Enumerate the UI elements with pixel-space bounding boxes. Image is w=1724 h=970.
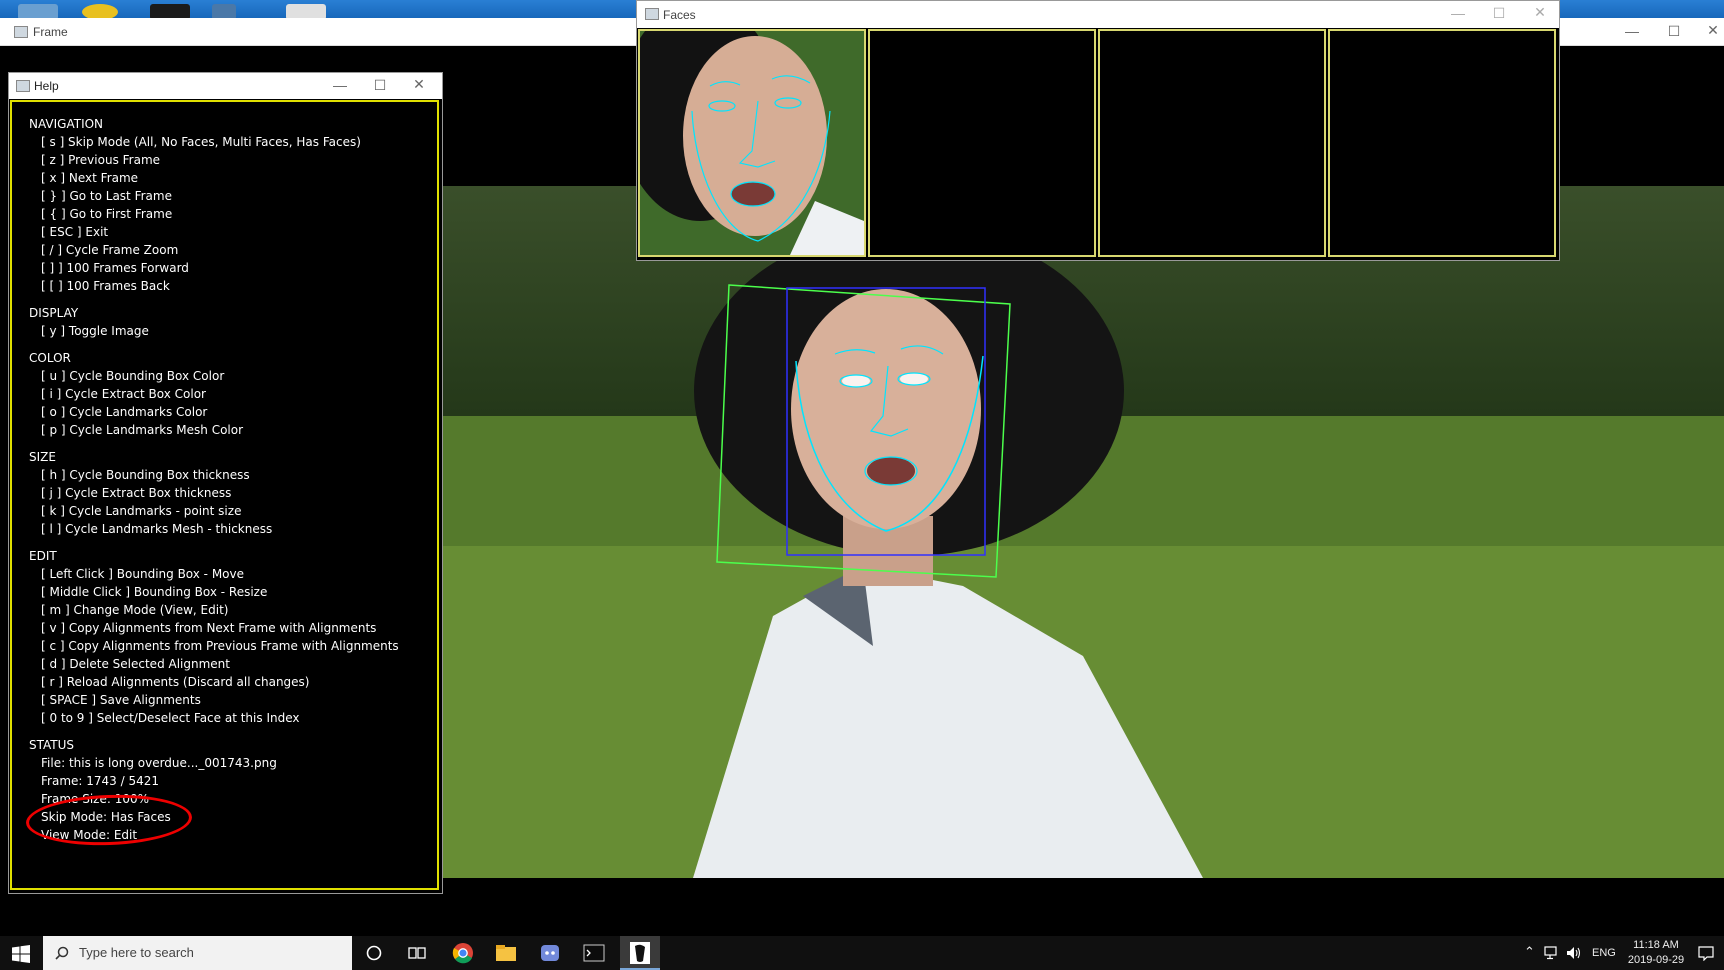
help-section-color: COLOR [ u ] Cycle Bounding Box Color [ i… xyxy=(29,349,399,439)
cortana-icon[interactable] xyxy=(362,941,386,965)
minimize-button[interactable]: — xyxy=(1448,5,1468,21)
shortcut-line: [ Middle Click ] Bounding Box - Resize xyxy=(41,585,268,599)
shortcut-line: [ x ] Next Frame xyxy=(41,171,139,185)
face-thumbnail-0[interactable] xyxy=(638,29,866,257)
chevron-up-icon[interactable]: ⌃ xyxy=(1524,944,1535,960)
section-heading: NAVIGATION xyxy=(29,117,104,131)
faces-window: Faces — ☐ ✕ xyxy=(636,0,1560,261)
minimize-button[interactable]: — xyxy=(330,77,350,93)
volume-icon[interactable] xyxy=(1566,946,1582,960)
windows-start-icon[interactable] xyxy=(12,945,30,963)
status-frame: Frame: 1743 / 5421 xyxy=(41,774,159,788)
active-app-button[interactable] xyxy=(620,936,660,970)
clock-time[interactable]: 11:18 AM xyxy=(1625,939,1687,951)
shortcut-line: [ z ] Previous Frame xyxy=(41,153,161,167)
shortcut-line: [ / ] Cycle Frame Zoom xyxy=(41,243,179,257)
window-icon xyxy=(645,8,659,20)
window-icon xyxy=(14,26,28,38)
extract-box xyxy=(716,284,1011,578)
system-tray: ⌃ ENG 11:18 AM 2019-09-29 xyxy=(1520,936,1724,970)
bounding-box xyxy=(786,287,986,556)
shortcut-line: [ d ] Delete Selected Alignment xyxy=(41,657,230,671)
minimize-button[interactable]: — xyxy=(1622,23,1642,39)
shortcut-line: [ r ] Reload Alignments (Discard all cha… xyxy=(41,675,310,689)
shortcut-line: [ } ] Go to Last Frame xyxy=(41,189,172,203)
shortcut-line: [ h ] Cycle Bounding Box thickness xyxy=(41,468,250,482)
maximize-button[interactable]: ☐ xyxy=(370,77,390,94)
network-icon[interactable] xyxy=(1544,946,1560,960)
shortcut-line: [ k ] Cycle Landmarks - point size xyxy=(41,504,242,518)
face-thumbnail-1[interactable] xyxy=(868,29,1096,257)
shortcut-line: [ i ] Cycle Extract Box Color xyxy=(41,387,206,401)
clock-date[interactable]: 2019-09-29 xyxy=(1625,954,1687,966)
search-placeholder: Type here to search xyxy=(79,945,194,960)
section-heading: SIZE xyxy=(29,450,56,464)
faces-window-title: Faces xyxy=(663,8,696,22)
shortcut-line: [ s ] Skip Mode (All, No Faces, Multi Fa… xyxy=(41,135,361,149)
alignment-overlay xyxy=(716,284,1011,578)
shortcut-line: [ y ] Toggle Image xyxy=(41,324,149,338)
face-thumbnail-2[interactable] xyxy=(1098,29,1326,257)
terminal-icon[interactable] xyxy=(582,941,606,965)
shortcut-line: [ o ] Cycle Landmarks Color xyxy=(41,405,208,419)
help-content: NAVIGATION [ s ] Skip Mode (All, No Face… xyxy=(29,115,399,844)
help-window: Help — ☐ ✕ NAVIGATION [ s ] Skip Mode (A… xyxy=(8,72,443,894)
language-indicator[interactable]: ENG xyxy=(1592,947,1616,959)
faceswap-app-icon xyxy=(630,942,650,964)
shortcut-line: [ j ] Cycle Extract Box thickness xyxy=(41,486,232,500)
help-window-title: Help xyxy=(34,79,59,93)
status-file: File: this is long overdue..._001743.png xyxy=(41,756,277,770)
shortcut-line: [ p ] Cycle Landmarks Mesh Color xyxy=(41,423,244,437)
right-eye-landmarks xyxy=(897,372,931,386)
shortcut-line: [ ESC ] Exit xyxy=(41,225,109,239)
video-frame[interactable] xyxy=(443,186,1724,878)
task-view-icon[interactable] xyxy=(405,941,429,965)
shortcut-line: [ 0 to 9 ] Select/Deselect Face at this … xyxy=(41,711,300,725)
shortcut-line: [ m ] Change Mode (View, Edit) xyxy=(41,603,229,617)
taskbar: Type here to search ⌃ ENG 11:18 AM 2019-… xyxy=(0,936,1724,970)
shortcut-line: [ l ] Cycle Landmarks Mesh - thickness xyxy=(41,522,273,536)
faces-titlebar[interactable]: Faces — ☐ ✕ xyxy=(637,1,1559,28)
file-explorer-icon[interactable] xyxy=(494,941,518,965)
section-heading: COLOR xyxy=(29,351,71,365)
maximize-button[interactable]: ☐ xyxy=(1664,23,1684,40)
section-heading: EDIT xyxy=(29,549,57,563)
discord-icon[interactable] xyxy=(538,941,562,965)
shortcut-line: [ c ] Copy Alignments from Previous Fram… xyxy=(41,639,399,653)
shortcut-line: [ u ] Cycle Bounding Box Color xyxy=(41,369,225,383)
help-section-size: SIZE [ h ] Cycle Bounding Box thickness … xyxy=(29,448,399,538)
section-heading: STATUS xyxy=(29,738,75,752)
taskbar-search-input[interactable]: Type here to search xyxy=(43,936,352,970)
chrome-icon[interactable] xyxy=(451,941,475,965)
face-thumbnail-3[interactable] xyxy=(1328,29,1556,257)
shortcut-line: [ ] ] 100 Frames Forward xyxy=(41,261,189,275)
faces-grid xyxy=(638,29,1557,258)
jaw-landmarks xyxy=(795,355,984,532)
left-eye-landmarks xyxy=(839,374,873,388)
notifications-icon[interactable] xyxy=(1698,945,1714,961)
help-panel: NAVIGATION [ s ] Skip Mode (All, No Face… xyxy=(10,100,439,890)
help-titlebar[interactable]: Help — ☐ ✕ xyxy=(9,73,442,99)
shortcut-line: [ [ ] 100 Frames Back xyxy=(41,279,170,293)
help-section-navigation: NAVIGATION [ s ] Skip Mode (All, No Face… xyxy=(29,115,399,295)
close-button[interactable]: ✕ xyxy=(1530,4,1550,21)
nose-landmarks xyxy=(869,365,909,437)
face-thumbnail-image xyxy=(640,31,864,255)
help-section-edit: EDIT [ Left Click ] Bounding Box - Move … xyxy=(29,547,399,727)
section-heading: DISPLAY xyxy=(29,306,79,320)
close-button[interactable]: ✕ xyxy=(1703,22,1723,39)
shortcut-line: [ v ] Copy Alignments from Next Frame wi… xyxy=(41,621,377,635)
shortcut-line: [ SPACE ] Save Alignments xyxy=(41,693,201,707)
maximize-button[interactable]: ☐ xyxy=(1489,5,1509,22)
shortcut-line: [ { ] Go to First Frame xyxy=(41,207,173,221)
shortcut-line: [ Left Click ] Bounding Box - Move xyxy=(41,567,245,581)
window-icon xyxy=(16,80,30,92)
help-section-display: DISPLAY [ y ] Toggle Image xyxy=(29,304,399,340)
mouth-landmarks xyxy=(864,456,918,486)
frame-window-title: Frame xyxy=(33,25,68,39)
search-icon xyxy=(55,946,69,960)
close-button[interactable]: ✕ xyxy=(409,76,429,93)
